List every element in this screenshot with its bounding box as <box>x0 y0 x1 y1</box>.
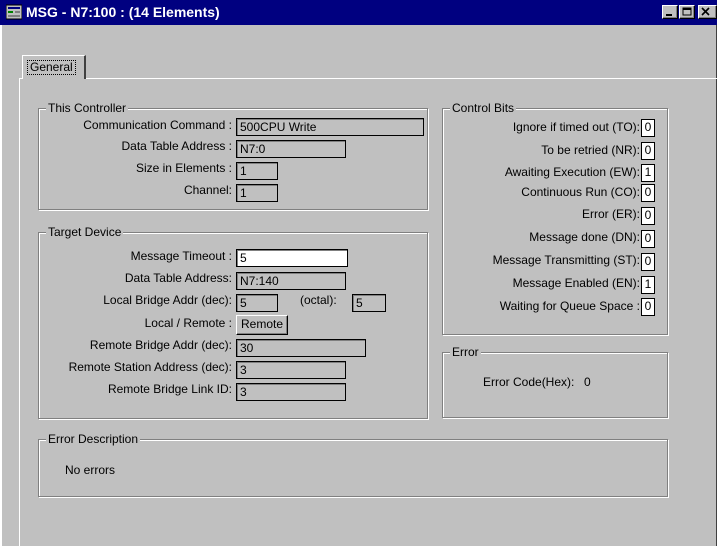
target-device-title: Target Device <box>46 225 124 239</box>
size-in-elements-label: Size in Elements : <box>135 161 232 175</box>
target-device-group <box>38 232 428 419</box>
size-in-elements-field[interactable]: 1 <box>236 162 278 180</box>
remote-bridge-link-id-label: Remote Bridge Link ID: <box>107 382 232 396</box>
close-button[interactable] <box>698 5 717 19</box>
maximize-button[interactable] <box>679 5 695 19</box>
tab-general[interactable]: General <box>22 55 86 79</box>
remote-station-address-field[interactable]: 3 <box>236 361 346 379</box>
local-bridge-addr-label: Local Bridge Addr (dec): <box>103 293 232 307</box>
window-left-margin <box>0 25 10 546</box>
bit-value-er[interactable]: 0 <box>641 207 655 225</box>
title-bar[interactable]: MSG - N7:100 : (14 Elements) <box>0 0 717 25</box>
error-description-text: No errors <box>65 463 116 477</box>
error-description-title: Error Description <box>46 432 141 446</box>
bit-label-nr: To be retried (NR): <box>541 143 640 157</box>
this-controller-title: This Controller <box>46 101 129 115</box>
data-table-address-label: Data Table Address : <box>121 139 232 153</box>
app-icon[interactable] <box>6 4 22 20</box>
bit-value-nr[interactable]: 0 <box>641 142 655 160</box>
control-bits-title: Control Bits <box>450 101 517 115</box>
bit-value-wq[interactable]: 0 <box>641 298 655 316</box>
local-bridge-addr-field[interactable]: 5 <box>236 294 278 312</box>
bit-label-en: Message Enabled (EN): <box>512 276 640 290</box>
target-data-table-address-field[interactable]: N7:140 <box>236 272 346 290</box>
remote-bridge-addr-label: Remote Bridge Addr (dec): <box>89 338 232 352</box>
error-code-value: 0 <box>584 375 591 389</box>
octal-field[interactable]: 5 <box>352 294 386 312</box>
bit-label-to: Ignore if timed out (TO): <box>512 120 640 134</box>
bit-value-en[interactable]: 1 <box>641 276 655 294</box>
bit-value-co[interactable]: 0 <box>641 184 655 202</box>
bit-label-st: Message Transmitting (ST): <box>492 253 640 267</box>
local-remote-label: Local / Remote : <box>144 316 232 330</box>
remote-bridge-addr-field[interactable]: 30 <box>236 339 366 357</box>
message-timeout-field[interactable]: 5 <box>236 249 348 267</box>
bit-label-wq: Waiting for Queue Space : <box>499 299 640 313</box>
close-icon <box>701 7 710 16</box>
bit-label-dn: Message done (DN): <box>529 230 640 244</box>
communication-command-label: Communication Command : <box>83 118 232 132</box>
channel-field[interactable]: 1 <box>236 184 278 202</box>
bit-label-co: Continuous Run (CO): <box>521 185 640 199</box>
bit-value-st[interactable]: 0 <box>641 253 655 271</box>
remote-bridge-link-id-field[interactable]: 3 <box>236 383 346 401</box>
window-title: MSG - N7:100 : (14 Elements) <box>26 4 220 20</box>
local-remote-button[interactable]: Remote <box>236 315 289 335</box>
bit-value-dn[interactable]: 0 <box>641 230 655 248</box>
bit-value-ew[interactable]: 1 <box>641 164 655 182</box>
bit-label-ew: Awaiting Execution (EW): <box>504 165 640 179</box>
maximize-icon <box>682 7 692 16</box>
bit-label-er: Error (ER): <box>582 207 640 221</box>
target-data-table-address-label: Data Table Address: <box>124 271 232 285</box>
data-table-address-field[interactable]: N7:0 <box>236 140 346 158</box>
remote-station-address-label: Remote Station Address (dec): <box>68 360 232 374</box>
bit-value-to[interactable]: 0 <box>641 119 655 137</box>
octal-label: (octal): <box>300 293 337 307</box>
error-code-label: Error Code(Hex): <box>483 375 575 389</box>
tab-general-label: General <box>27 60 76 75</box>
error-title: Error <box>450 345 481 359</box>
minimize-icon <box>666 14 672 16</box>
message-timeout-label: Message Timeout : <box>130 249 232 263</box>
communication-command-field[interactable]: 500CPU Write <box>236 118 424 136</box>
channel-label: Channel: <box>183 183 232 197</box>
minimize-button[interactable] <box>662 5 678 19</box>
error-description-group <box>38 439 668 497</box>
